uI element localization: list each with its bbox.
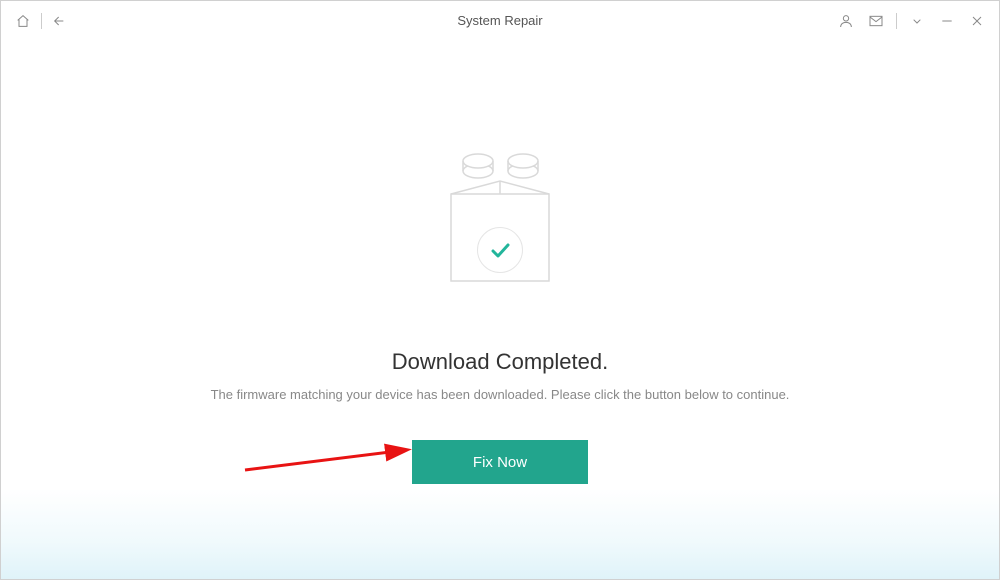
minimize-icon[interactable] <box>937 11 957 31</box>
titlebar-left <box>13 11 70 31</box>
user-icon[interactable] <box>836 11 856 31</box>
footer-gradient <box>1 489 999 579</box>
separator <box>41 13 42 29</box>
mail-icon[interactable] <box>866 11 886 31</box>
titlebar: System Repair <box>1 1 999 41</box>
sub-text: The firmware matching your device has be… <box>211 387 790 402</box>
chevron-down-icon[interactable] <box>907 11 927 31</box>
headline-text: Download Completed. <box>392 349 608 375</box>
close-icon[interactable] <box>967 11 987 31</box>
window-title: System Repair <box>457 13 542 28</box>
separator <box>896 13 897 29</box>
back-icon[interactable] <box>50 11 70 31</box>
firmware-box-illustration <box>420 131 580 301</box>
checkmark-icon <box>477 227 523 273</box>
main-content: Download Completed. The firmware matchin… <box>1 41 999 484</box>
fix-now-button[interactable]: Fix Now <box>412 440 588 484</box>
titlebar-right <box>836 11 987 31</box>
home-icon[interactable] <box>13 11 33 31</box>
